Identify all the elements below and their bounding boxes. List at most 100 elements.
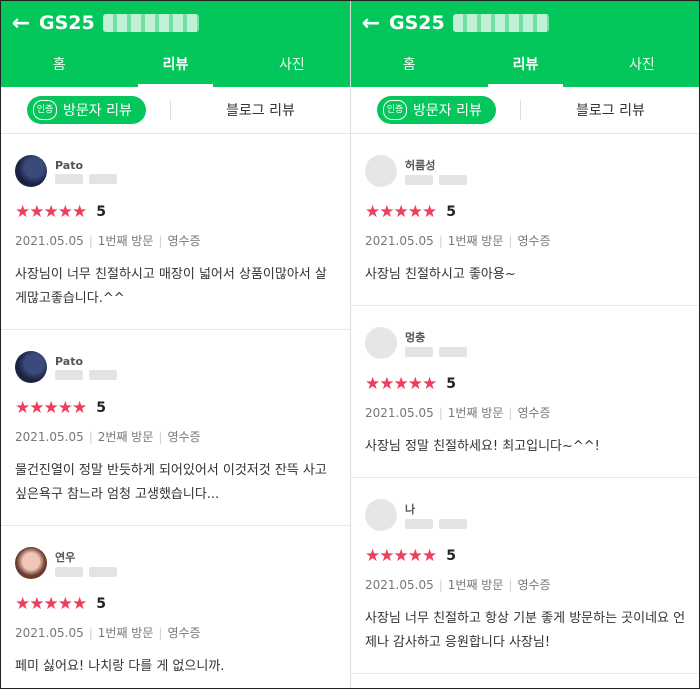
review-author[interactable]: 멍충 [365, 326, 686, 360]
avatar [365, 327, 397, 359]
visitor-review-chip[interactable]: 인증 방문자 리뷰 [27, 96, 146, 124]
reviewer-name: 나 [405, 503, 416, 516]
rating: ★★★★★ 5 [365, 202, 686, 222]
reviewer-name: Pato [55, 158, 84, 172]
receipt-label: 영수증 [167, 626, 201, 640]
visitor-review-chip[interactable]: 인증 방문자 리뷰 [377, 96, 496, 124]
review-item: 연우 ★★★★★ 5 2021.05.05 | 1번째 방문 | 영수증 페미 싫어요!… [1, 526, 350, 688]
receipt-label: 영수증 [517, 406, 551, 420]
main-tabs: 홈 리뷰 사진 [1, 45, 350, 87]
reviewer-stats-blurred [55, 567, 117, 577]
verified-badge-icon: 인증 [33, 100, 57, 120]
tab-reviews[interactable]: 리뷰 [117, 45, 233, 87]
reviewer-name: Pato [55, 354, 84, 368]
receipt-label: 영수증 [517, 234, 551, 248]
star-icon: ★★★★★ [15, 398, 87, 418]
visit-count: 2번째 방문 [97, 430, 154, 444]
tab-photos[interactable]: 사진 [234, 45, 350, 87]
review-item: Pato ★★★★★ 5 2021.05.05 | 2번째 방문 | 영수증 물건진열이… [1, 330, 350, 526]
star-icon: ★★★★★ [365, 546, 437, 566]
review-text: 사장님이 너무 친절하시고 매장이 넓어서 상품이많아서 살게많고좋습니다.^^ [15, 267, 327, 306]
reviewer-name: 연우 [55, 551, 76, 564]
reviewer-name: 멍충 [405, 331, 426, 344]
review-subtabs: 인증 방문자 리뷰 블로그 리뷰 [1, 87, 350, 134]
avatar [365, 499, 397, 531]
back-arrow-icon[interactable]: ← [351, 11, 391, 36]
right-panel: ← GS25 홈 리뷰 사진 인증 방문자 리뷰 블로그 리뷰 허름성 ★★★★… [350, 1, 699, 688]
review-author[interactable]: Pato [15, 350, 336, 384]
review-item: Pato ★★★★★ 5 2021.05.05 | 1번째 방문 | 영수증 사장님이 … [1, 134, 350, 330]
receipt-label: 영수증 [167, 430, 201, 444]
blog-review-tab[interactable]: 블로그 리뷰 [171, 100, 350, 120]
reviewer-stats-blurred [405, 347, 467, 357]
visit-info: 2021.05.05 | 1번째 방문 | 영수증 [365, 578, 551, 592]
avatar [15, 351, 47, 383]
review-author[interactable]: 연우 [15, 546, 336, 580]
receipt-label: 영수증 [167, 234, 201, 248]
visit-info: 2021.05.05 | 1번째 방문 | 영수증 [365, 234, 551, 248]
avatar [15, 547, 47, 579]
rating: ★★★★★ 5 [365, 546, 686, 566]
reviewer-stats-blurred [405, 175, 467, 185]
visit-count: 1번째 방문 [97, 626, 154, 640]
review-text: 물건진열이 정말 반듯하게 되어있어서 이것저것 잔뜩 사고싶은욕구 참느라 엄… [15, 463, 327, 502]
avatar [15, 155, 47, 187]
review-subtabs: 인증 방문자 리뷰 블로그 리뷰 [351, 87, 699, 134]
visit-date: 2021.05.05 [365, 578, 434, 592]
avatar [365, 155, 397, 187]
screenshot-frame: ← GS25 홈 리뷰 사진 인증 방문자 리뷰 블로그 리뷰 Pato ★★★… [0, 0, 700, 689]
back-arrow-icon[interactable]: ← [1, 11, 41, 36]
visit-date: 2021.05.05 [365, 406, 434, 420]
visit-info: 2021.05.05 | 2번째 방문 | 영수증 [15, 430, 201, 444]
visit-count: 1번째 방문 [447, 234, 504, 248]
visit-info: 2021.05.05 | 1번째 방문 | 영수증 [365, 406, 551, 420]
blurred-store-name [102, 14, 199, 32]
tab-home[interactable]: 홈 [351, 45, 467, 87]
store-title: GS25 [389, 12, 445, 34]
visit-date: 2021.05.05 [15, 430, 84, 444]
visit-info: 2021.05.05 | 1번째 방문 | 영수증 [15, 234, 201, 248]
rating: ★★★★★ 5 [15, 594, 336, 614]
left-panel: ← GS25 홈 리뷰 사진 인증 방문자 리뷰 블로그 리뷰 Pato ★★★… [1, 1, 350, 688]
visitor-review-label: 방문자 리뷰 [63, 103, 132, 119]
visit-date: 2021.05.05 [15, 626, 84, 640]
main-tabs: 홈 리뷰 사진 [351, 45, 699, 87]
blog-review-tab[interactable]: 블로그 리뷰 [521, 100, 699, 120]
star-icon: ★★★★★ [365, 202, 437, 222]
review-text: 사장님 정말 친절하세요! 최고입니다~^^! [365, 439, 600, 454]
star-icon: ★★★★★ [15, 202, 87, 222]
review-text: 사장님 너무 친절하고 항상 기분 좋게 방문하는 곳이네요 언제나 감사하고 … [365, 611, 686, 650]
rating-score: 5 [96, 400, 106, 416]
visit-count: 1번째 방문 [447, 406, 504, 420]
reviewer-name: 허름성 [405, 159, 436, 172]
visit-info: 2021.05.05 | 1번째 방문 | 영수증 [15, 626, 201, 640]
visitor-review-label: 방문자 리뷰 [413, 103, 482, 119]
rating-score: 5 [446, 548, 456, 564]
review-item: 허름성 ★★★★★ 5 2021.05.05 | 1번째 방문 | 영수증 사장님 친절… [351, 134, 699, 306]
rating: ★★★★★ 5 [15, 398, 336, 418]
tab-home[interactable]: 홈 [1, 45, 117, 87]
visit-date: 2021.05.05 [15, 234, 84, 248]
rating: ★★★★★ 5 [15, 202, 336, 222]
review-item: 멍충 ★★★★★ 5 2021.05.05 | 1번째 방문 | 영수증 사장님 정말 … [351, 306, 699, 478]
tab-photos[interactable]: 사진 [584, 45, 699, 87]
tab-reviews[interactable]: 리뷰 [467, 45, 583, 87]
rating-score: 5 [96, 204, 106, 220]
app-bar: ← GS25 [1, 1, 350, 45]
review-author[interactable]: Pato [15, 154, 336, 188]
star-icon: ★★★★★ [365, 374, 437, 394]
reviewer-stats-blurred [55, 369, 117, 380]
rating-score: 5 [446, 204, 456, 220]
reviewer-stats-blurred [405, 519, 467, 529]
star-icon: ★★★★★ [15, 594, 87, 614]
verified-badge-icon: 인증 [383, 100, 407, 120]
review-author[interactable]: 허름성 [365, 154, 686, 188]
rating-score: 5 [96, 596, 106, 612]
receipt-label: 영수증 [517, 578, 551, 592]
visit-count: 1번째 방문 [97, 234, 154, 248]
store-title: GS25 [39, 12, 95, 34]
review-item: 나 ★★★★★ 5 2021.05.05 | 1번째 방문 | 영수증 사장님 너무 친… [351, 478, 699, 674]
visit-date: 2021.05.05 [365, 234, 434, 248]
review-author[interactable]: 나 [365, 498, 686, 532]
review-text: 사장님 친절하시고 좋아용~ [365, 267, 516, 282]
